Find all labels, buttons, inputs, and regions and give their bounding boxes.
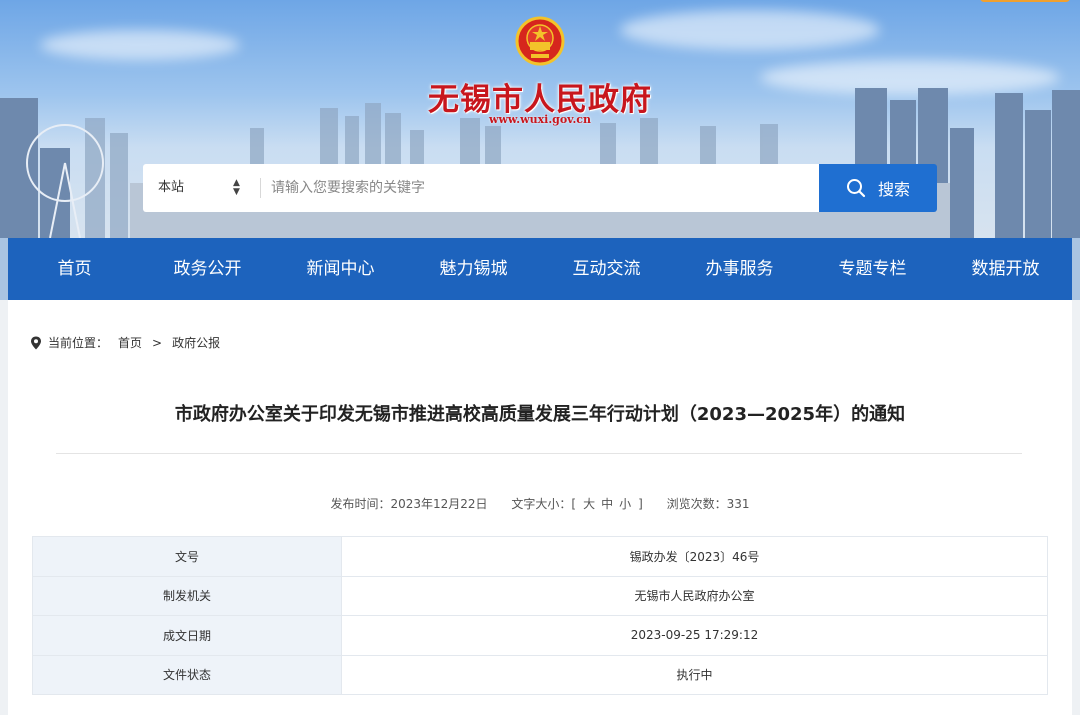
table-row: 文件状态 执行中: [32, 654, 1048, 695]
search-input[interactable]: [261, 164, 817, 212]
search-button-label: 搜索: [877, 180, 910, 199]
breadcrumb-separator: >: [152, 335, 163, 350]
views-value: 331: [726, 497, 750, 511]
nav-item-interaction[interactable]: 互动交流: [540, 238, 673, 300]
info-value: 锡政办发〔2023〕46号: [341, 536, 1048, 577]
breadcrumb-label: 当前位置：: [48, 336, 109, 350]
site-url: www.wuxi.gov.cn: [488, 113, 591, 126]
sort-arrows-icon[interactable]: ▲ ▼: [233, 179, 240, 197]
breadcrumb-gazette-link[interactable]: 政府公报: [172, 334, 220, 351]
nav-item-services[interactable]: 办事服务: [673, 238, 806, 300]
info-key: 制发机关: [32, 575, 342, 616]
table-row: 成文日期 2023-09-25 17:29:12: [32, 615, 1048, 656]
national-emblem-icon: [515, 16, 565, 66]
font-size-medium[interactable]: 中: [601, 497, 613, 511]
info-key: 文件状态: [32, 654, 342, 695]
title-divider: [56, 453, 1022, 454]
publish-date: 2023年12月22日: [390, 497, 488, 511]
nav-item-gov-affairs[interactable]: 政务公开: [141, 238, 274, 300]
font-size-label: 文字大小：: [511, 497, 572, 511]
font-size-large[interactable]: 大: [583, 497, 595, 511]
nav-edge-right: [1072, 238, 1080, 300]
search-button[interactable]: 搜索: [819, 164, 937, 212]
font-size-small[interactable]: 小: [619, 497, 631, 511]
breadcrumb-home-link[interactable]: 首页: [118, 334, 142, 351]
nav-item-news[interactable]: 新闻中心: [274, 238, 407, 300]
search-scope-select[interactable]: 本站: [143, 164, 263, 212]
info-key: 成文日期: [32, 615, 342, 656]
font-size-control: 文字大小：[ 大中小]: [511, 497, 642, 511]
top-corner-tab[interactable]: [980, 0, 1070, 2]
nav-edge-left: [0, 238, 8, 300]
search-icon: [846, 179, 866, 198]
bracket-open: [: [571, 497, 577, 511]
search-box: 本站 ▲ ▼: [143, 164, 819, 212]
publish-info: 发布时间：2023年12月22日: [330, 497, 487, 511]
info-value: 2023-09-25 17:29:12: [341, 615, 1048, 656]
main-nav: 首页 政务公开 新闻中心 魅力锡城 互动交流 办事服务 专题专栏 数据开放: [8, 238, 1072, 300]
article-meta: 发布时间：2023年12月22日 文字大小：[ 大中小] 浏览次数：331: [0, 495, 1080, 512]
views-label: 浏览次数：: [666, 497, 727, 511]
location-pin-icon: [31, 336, 41, 349]
info-value: 无锡市人民政府办公室: [341, 575, 1048, 616]
search-scope-label: 本站: [158, 180, 185, 195]
bracket-close: ]: [638, 497, 643, 511]
info-key: 文号: [32, 536, 342, 577]
nav-item-city[interactable]: 魅力锡城: [407, 238, 540, 300]
info-value: 执行中: [341, 654, 1048, 695]
document-info-table: 文号 锡政办发〔2023〕46号 制发机关 无锡市人民政府办公室 成文日期 20…: [32, 536, 1048, 695]
publish-label: 发布时间：: [330, 497, 391, 511]
table-row: 文号 锡政办发〔2023〕46号: [32, 536, 1048, 577]
view-count: 浏览次数：331: [667, 497, 750, 511]
article-title: 市政府办公室关于印发无锡市推进高校高质量发展三年行动计划（2023—2025年）…: [174, 404, 906, 425]
table-row: 制发机关 无锡市人民政府办公室: [32, 575, 1048, 616]
nav-item-topics[interactable]: 专题专栏: [806, 238, 939, 300]
nav-item-home[interactable]: 首页: [8, 238, 141, 300]
breadcrumb: 当前位置： 首页 > 政府公报: [30, 334, 220, 351]
nav-item-open-data[interactable]: 数据开放: [939, 238, 1072, 300]
